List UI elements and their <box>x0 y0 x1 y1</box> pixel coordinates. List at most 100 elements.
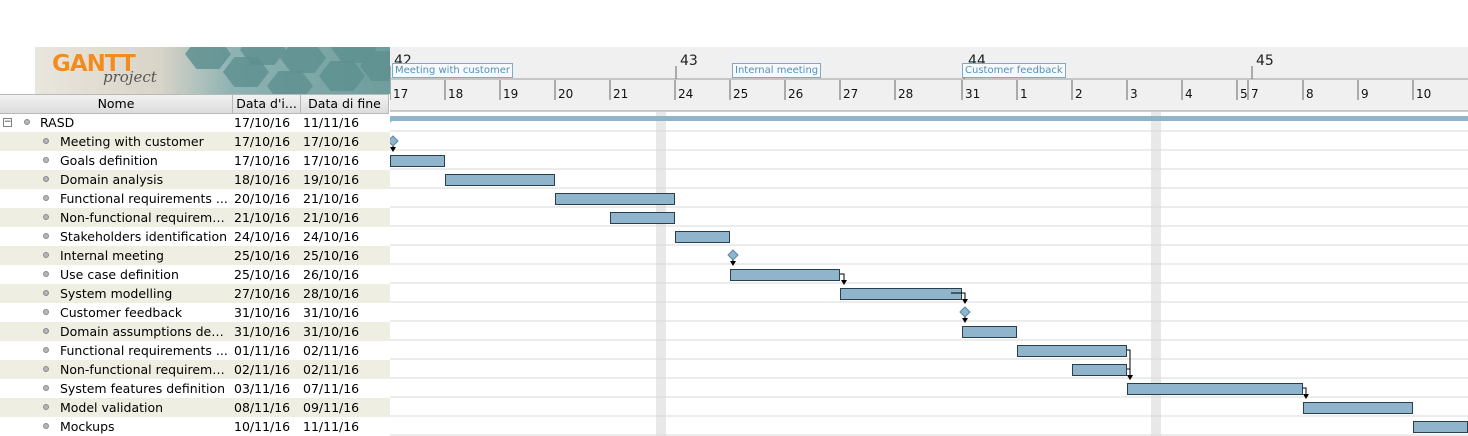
task-bullet-icon <box>43 366 49 372</box>
gantt-chart[interactable]: 42 43 44 45 17 18 19 20 21 24 25 26 27 28 31 1 2 3 4 5 7 8 9 10… <box>390 0 1468 436</box>
day-label: 19 <box>503 87 519 101</box>
task-end: 17/10/16 <box>303 134 360 149</box>
task-bullet-icon <box>43 404 49 410</box>
task-start: 20/10/16 <box>234 191 291 206</box>
task-end: 07/11/16 <box>303 381 360 396</box>
task-row[interactable]: Use case definition 25/10/16 26/10/16 <box>0 265 390 284</box>
task-bullet-icon <box>43 423 49 429</box>
day-label: 24 <box>678 87 694 101</box>
task-bullet-icon <box>43 328 49 334</box>
task-bullet-icon <box>43 347 49 353</box>
task-bar <box>1017 345 1127 357</box>
task-start: 17/10/16 <box>234 115 291 130</box>
task-bar <box>1303 402 1413 414</box>
task-bullet-icon <box>43 195 49 201</box>
task-row[interactable]: Internal meeting 25/10/16 25/10/16 <box>0 246 390 265</box>
weekend-shade <box>656 112 666 436</box>
task-row[interactable]: System modelling 27/10/16 28/10/16 <box>0 284 390 303</box>
day-label: 2 <box>1075 87 1083 101</box>
day-label: 18 <box>448 87 464 101</box>
task-name: Internal meeting <box>60 248 164 263</box>
task-start: 25/10/16 <box>234 267 291 282</box>
task-bullet-icon <box>43 138 49 144</box>
task-end: 11/11/16 <box>303 115 360 130</box>
task-row[interactable]: Customer feedback 31/10/16 31/10/16 <box>0 303 390 322</box>
collapse-toggle-icon[interactable]: − <box>3 118 12 127</box>
task-name: Stakeholders identification <box>60 229 228 244</box>
column-header-end[interactable]: Data di fine <box>301 95 389 113</box>
column-header-start[interactable]: Data d'i... <box>233 95 301 113</box>
task-start: 31/10/16 <box>234 305 291 320</box>
day-label: 28 <box>898 87 914 101</box>
task-bar <box>675 231 730 243</box>
logo-product: project <box>103 68 157 86</box>
task-row[interactable]: Stakeholders identification 24/10/16 24/10… <box>0 227 390 246</box>
day-label: 4 <box>1185 87 1193 101</box>
task-start: 10/11/16 <box>234 419 291 434</box>
dependency-arrow <box>1303 387 1307 395</box>
day-label: 31 <box>965 87 981 101</box>
task-name: Non-functional requireme... <box>60 362 230 377</box>
task-bar <box>555 193 675 205</box>
task-name: Non-functional requireme... <box>60 210 230 225</box>
task-bullet-icon <box>43 290 49 296</box>
task-row[interactable]: Functional requirements ... 20/10/16 21/10… <box>0 189 390 208</box>
milestone-diamond <box>727 249 739 261</box>
task-name: Functional requirements ... <box>60 343 228 358</box>
task-name: RASD <box>40 115 75 130</box>
task-row[interactable]: Non-functional requireme... 02/11/16 02/11… <box>0 360 390 379</box>
task-table-header: Nome Data d'i... Data di fine <box>0 94 389 114</box>
task-end: 11/11/16 <box>303 419 360 434</box>
task-bar <box>610 212 675 224</box>
task-bullet-icon <box>43 271 49 277</box>
milestone-header-label: Customer feedback <box>962 63 1066 78</box>
column-header-name[interactable]: Nome <box>0 95 233 113</box>
task-row[interactable]: Mockups 10/11/16 11/11/16 <box>0 417 390 436</box>
task-name: Goals definition <box>60 153 158 168</box>
milestone-diamond <box>390 135 399 147</box>
task-end: 31/10/16 <box>303 324 360 339</box>
task-row[interactable]: Functional requirements ... 01/11/16 02/11… <box>0 341 390 360</box>
task-row[interactable]: Model validation 08/11/16 09/11/16 <box>0 398 390 417</box>
day-label: 10 <box>1416 87 1432 101</box>
task-start: 25/10/16 <box>234 248 291 263</box>
task-start: 24/10/16 <box>234 229 291 244</box>
task-end: 02/11/16 <box>303 362 360 377</box>
task-name: Domain analysis <box>60 172 164 187</box>
summary-bar <box>392 116 1468 121</box>
task-start: 17/10/16 <box>234 153 291 168</box>
task-end: 25/10/16 <box>303 248 360 263</box>
dependency-arrow <box>1127 368 1131 376</box>
task-row[interactable]: Non-functional requireme... 21/10/16 21/10… <box>0 208 390 227</box>
task-bar <box>730 269 840 281</box>
task-name: Mockups <box>60 419 115 434</box>
task-bullet-icon <box>43 233 49 239</box>
task-end: 02/11/16 <box>303 343 360 358</box>
day-label: 8 <box>1306 87 1314 101</box>
day-label: 25 <box>733 87 749 101</box>
task-name: System modelling <box>60 286 173 301</box>
task-start: 02/11/16 <box>234 362 291 377</box>
milestone-header-label: Meeting with customer <box>392 63 513 78</box>
task-end: 21/10/16 <box>303 191 360 206</box>
task-row[interactable]: System features definition 03/11/16 07/11/… <box>0 379 390 398</box>
day-label: 20 <box>558 87 574 101</box>
task-name: Model validation <box>60 400 164 415</box>
task-name: Functional requirements ... <box>60 191 228 206</box>
task-bar <box>1072 364 1127 376</box>
gantt-canvas <box>390 66 1468 436</box>
task-bar <box>390 155 445 167</box>
task-row[interactable]: Goals definition 17/10/16 17/10/16 <box>0 151 390 170</box>
day-label: 21 <box>613 87 629 101</box>
task-bullet-icon <box>43 157 49 163</box>
task-end: 28/10/16 <box>303 286 360 301</box>
task-bullet-icon <box>24 119 30 125</box>
task-name: Meeting with customer <box>60 134 204 149</box>
task-row[interactable]: Domain assumptions defi... 31/10/16 31/10/… <box>0 322 390 341</box>
task-name: Customer feedback <box>60 305 183 320</box>
task-row[interactable]: Meeting with customer 17/10/16 17/10/16 <box>0 132 390 151</box>
task-start: 18/10/16 <box>234 172 291 187</box>
day-label: 9 <box>1361 87 1369 101</box>
task-row[interactable]: Domain analysis 18/10/16 19/10/16 <box>0 170 390 189</box>
task-row-root[interactable]: − RASD 17/10/16 11/11/16 <box>0 113 390 132</box>
